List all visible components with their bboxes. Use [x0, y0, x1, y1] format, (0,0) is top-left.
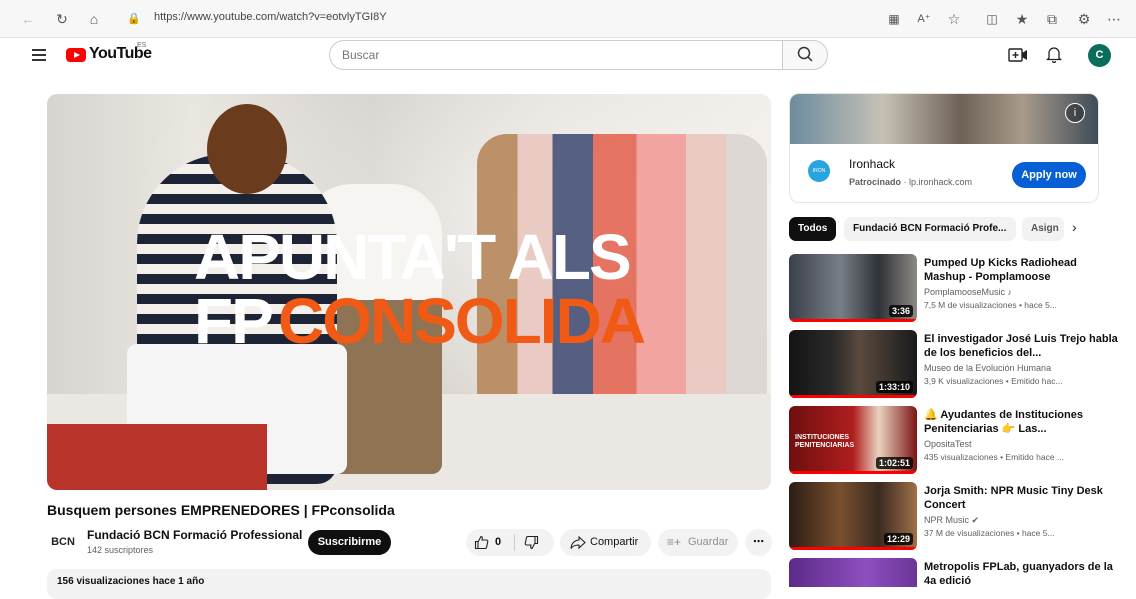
recommended-title[interactable]: Jorja Smith: NPR Music Tiny Desk Concert: [924, 484, 1119, 512]
video-duration: 3:36: [888, 305, 913, 317]
recommended-channel[interactable]: NPR Music ✔: [924, 515, 979, 526]
chip-channel[interactable]: Fundació BCN Formació Profe...: [844, 217, 1016, 241]
video-title: Busquem persones EMPRENEDORES | FPconsol…: [47, 502, 395, 518]
thumbs-down-icon: [524, 535, 539, 550]
channel-logo[interactable]: BCN: [47, 528, 79, 556]
recommended-video[interactable]: 12:29 Jorja Smith: NPR Music Tiny Desk C…: [789, 482, 1119, 552]
recommended-title[interactable]: Pumped Up Kicks Radiohead Mashup - Pompl…: [924, 256, 1119, 284]
save-playlist-icon: ≡+: [667, 535, 682, 549]
ad-name[interactable]: Ironhack: [849, 157, 895, 171]
fabric-image: [47, 424, 267, 490]
chevron-right-icon[interactable]: ›: [1072, 219, 1077, 235]
avatar[interactable]: C: [1088, 44, 1111, 67]
ad-sponsor-line: Patrocinado · lp.ironhack.com: [849, 177, 973, 187]
browser-toolbar: ← ↻ ⌂ 🔒 https://www.youtube.com/watch?v=…: [0, 0, 1136, 38]
more-horizontal-icon: ⋯: [753, 536, 764, 548]
video-duration: 12:29: [883, 533, 913, 545]
subscribe-button[interactable]: Suscribirme: [308, 530, 391, 555]
url-text: https://www.youtube.com/watch?v=eotvlyTG…: [154, 11, 387, 23]
notifications-bell-icon[interactable]: [1046, 45, 1062, 63]
recommended-channel[interactable]: PomplamooseMusic ♪: [924, 287, 1012, 297]
reload-icon[interactable]: ↻: [52, 9, 72, 29]
search-placeholder: Buscar: [342, 48, 380, 62]
collections-icon[interactable]: ⧉: [1042, 9, 1062, 29]
youtube-logo-icon[interactable]: [66, 48, 86, 62]
share-button[interactable]: Compartir: [560, 529, 651, 556]
thumbs-up-icon: [474, 535, 489, 550]
apply-now-button[interactable]: Apply now: [1012, 162, 1086, 188]
channel-name[interactable]: Fundació BCN Formació Professional: [87, 528, 302, 542]
menu-icon[interactable]: [32, 49, 46, 61]
video-overlay-line2-prefix: FP: [194, 285, 274, 357]
recommended-title[interactable]: 🔔 Ayudantes de Instituciones Penitenciar…: [924, 408, 1119, 436]
watch-progress-bar: [789, 471, 917, 474]
search-icon: [797, 46, 813, 62]
video-thumbnail[interactable]: INSTITUCIONES PENITENCIARIAS 1:02:51: [789, 406, 917, 474]
recommended-meta: 7,5 M de visualizaciones • hace 5...: [924, 300, 1057, 310]
search-input[interactable]: [329, 40, 782, 70]
favorites-list-icon[interactable]: ★: [1012, 9, 1032, 29]
save-label: Guardar: [688, 536, 729, 548]
subscriber-count: 142 suscriptores: [87, 545, 154, 555]
person-head-image: [207, 104, 287, 194]
recommended-video[interactable]: Metropolis FPLab, guanyadors de la 4a ed…: [789, 558, 1119, 587]
reader-icon[interactable]: ▦: [884, 9, 904, 29]
description-meta: 156 visualizaciones hace 1 año: [57, 576, 205, 587]
divider: [514, 534, 515, 551]
recommended-channel[interactable]: Museo de la Evolución Humana: [924, 363, 1051, 373]
favorite-icon[interactable]: ☆: [944, 9, 964, 29]
read-aloud-icon[interactable]: A⁺: [914, 9, 934, 29]
recommended-video[interactable]: INSTITUCIONES PENITENCIARIAS 1:02:51 🔔 A…: [789, 406, 1119, 476]
lock-icon: 🔒: [127, 13, 141, 25]
like-dislike-group: 0: [466, 529, 554, 556]
more-actions-button[interactable]: ⋯: [745, 529, 772, 556]
video-thumbnail[interactable]: 1:33:10: [789, 330, 917, 398]
video-overlay-line2-accent: CONSOLIDA: [278, 285, 646, 357]
recommended-channel[interactable]: OpositaTest: [924, 439, 972, 449]
video-duration: 1:33:10: [875, 381, 913, 393]
chip-related[interactable]: Asign: [1022, 217, 1064, 241]
video-thumbnail[interactable]: 12:29: [789, 482, 917, 550]
extensions-icon[interactable]: ⚙: [1074, 9, 1094, 29]
dislike-button[interactable]: [524, 535, 539, 550]
video-thumbnail[interactable]: [789, 558, 917, 587]
video-duration: 1:02:51: [875, 457, 913, 469]
save-button[interactable]: ≡+ Guardar: [658, 529, 738, 556]
share-label: Compartir: [590, 536, 639, 548]
like-count: 0: [495, 536, 502, 548]
more-icon[interactable]: ⋯: [1104, 9, 1124, 29]
like-button[interactable]: [474, 535, 489, 550]
watch-progress-bar: [789, 319, 917, 322]
region-code: ES: [137, 42, 147, 49]
ad-logo: IRON HACK: [808, 160, 830, 196]
recommended-title[interactable]: El investigador José Luis Trejo habla de…: [924, 332, 1119, 360]
video-thumbnail[interactable]: 3:36: [789, 254, 917, 322]
ad-banner-image: [790, 94, 1098, 144]
info-icon[interactable]: i: [1065, 103, 1085, 123]
search-button[interactable]: [782, 40, 828, 70]
recommended-meta: 3,9 K visualizaciones • Emitido hac...: [924, 376, 1063, 386]
recommended-meta: 37 M de visualizaciones • hace 5...: [924, 528, 1055, 538]
share-icon: [570, 535, 586, 550]
video-overlay-line1: APUNTA'T ALS: [194, 221, 632, 293]
recommended-meta: 435 visualizaciones • Emitido hace ...: [924, 452, 1064, 462]
thumbnail-text: INSTITUCIONES PENITENCIARIAS: [795, 434, 855, 449]
address-bar[interactable]: 🔒 https://www.youtube.com/watch?v=eotvly…: [116, 6, 876, 32]
recommended-title[interactable]: Metropolis FPLab, guanyadors de la 4a ed…: [924, 560, 1119, 587]
chip-all[interactable]: Todos: [789, 217, 837, 241]
recommended-video[interactable]: 3:36 Pumped Up Kicks Radiohead Mashup - …: [789, 254, 1119, 324]
ad-domain: lp.ironhack.com: [909, 177, 973, 187]
ad-sponsored-label: Patrocinado: [849, 177, 902, 187]
watch-progress-bar: [789, 547, 917, 550]
recommended-video[interactable]: 1:33:10 El investigador José Luis Trejo …: [789, 330, 1119, 400]
home-icon[interactable]: ⌂: [84, 9, 104, 29]
split-screen-icon[interactable]: ◫: [982, 9, 1002, 29]
back-icon[interactable]: ←: [18, 9, 38, 29]
watch-progress-bar: [789, 395, 917, 398]
create-video-icon[interactable]: [1008, 47, 1028, 63]
